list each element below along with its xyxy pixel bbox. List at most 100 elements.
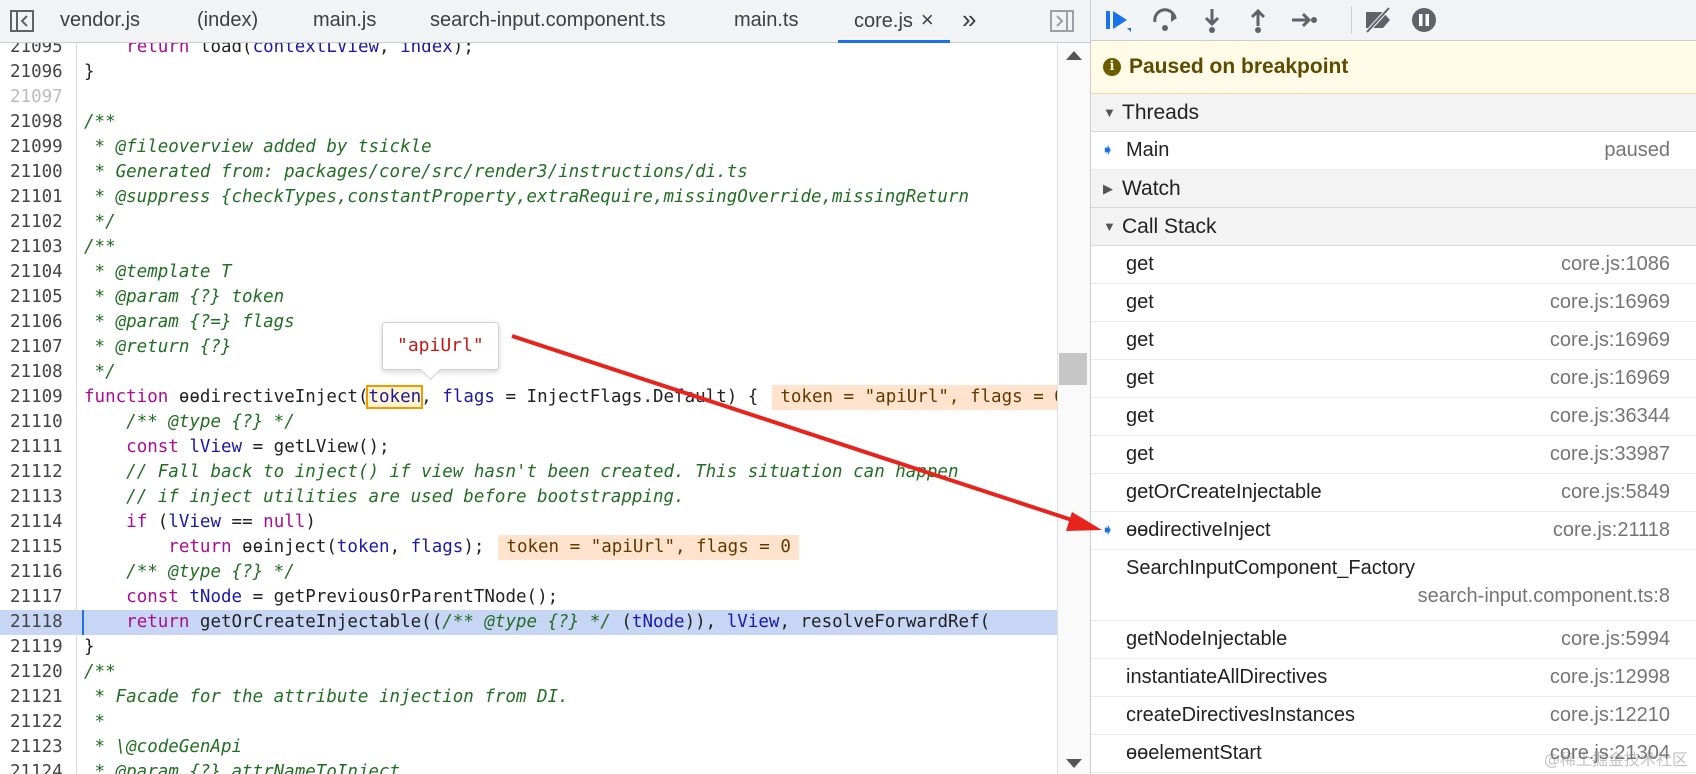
call-frame[interactable]: get core.js:1086 — [1091, 246, 1696, 284]
call-frame[interactable]: createDirectivesInstances core.js:12210 — [1091, 697, 1696, 735]
line-number[interactable]: 21121 — [10, 685, 70, 710]
line-number[interactable]: 21120 — [10, 660, 70, 685]
call-frame[interactable]: getNodeInjectable core.js:5994 — [1091, 621, 1696, 659]
code-line[interactable]: 21096} — [0, 60, 1057, 85]
code-line[interactable]: 21117 const tNode = getPreviousOrParentT… — [0, 585, 1057, 610]
line-number[interactable]: 21106 — [10, 310, 70, 335]
line-number[interactable]: 21108 — [10, 360, 70, 385]
tab-core-js[interactable]: core.js × — [838, 0, 950, 43]
watch-section-header[interactable]: ▶ Watch — [1091, 170, 1696, 208]
frame-location[interactable]: core.js:12210 — [1550, 697, 1670, 734]
frame-location[interactable]: core.js:16969 — [1550, 360, 1670, 397]
code-line[interactable]: 21114 if (lView == null) — [0, 510, 1057, 535]
code-line[interactable]: 21101 * @suppress {checkTypes,constantPr… — [0, 185, 1057, 210]
tab-index[interactable]: (index) — [197, 0, 258, 42]
scrollbar-thumb[interactable] — [1059, 353, 1087, 385]
step-into-icon[interactable] — [1197, 6, 1227, 34]
frame-location[interactable]: core.js:5849 — [1561, 474, 1670, 511]
code-line[interactable]: 21115 return ɵɵinject(token, flags); toke… — [0, 535, 1057, 560]
code-line[interactable]: 21109 function ɵɵdirectiveInject(token, f… — [0, 385, 1057, 410]
tab-vendor-js[interactable]: vendor.js — [60, 0, 140, 42]
code-line[interactable]: 21108 */ — [0, 360, 1057, 385]
code-line[interactable]: 21102 */ — [0, 210, 1057, 235]
line-number[interactable]: 21114 — [10, 510, 70, 535]
more-tabs-icon[interactable]: » — [962, 0, 976, 38]
line-number[interactable]: 21118 — [10, 610, 70, 635]
line-number[interactable]: 21102 — [10, 210, 70, 235]
tab-main-js[interactable]: main.js — [313, 0, 376, 42]
line-number[interactable]: 21117 — [10, 585, 70, 610]
line-number[interactable]: 21097 — [10, 85, 70, 110]
frame-location[interactable]: core.js:5994 — [1561, 621, 1670, 658]
code-line[interactable]: 21105 * @param {?} token — [0, 285, 1057, 310]
code-line[interactable]: 21123 * \@codeGenApi — [0, 735, 1057, 760]
line-number[interactable]: 21098 — [10, 110, 70, 135]
line-number[interactable]: 21100 — [10, 160, 70, 185]
code-line[interactable]: 21100 * Generated from: packages/core/sr… — [0, 160, 1057, 185]
code-line[interactable]: 21112 // Fall back to inject() if view h… — [0, 460, 1057, 485]
scroll-up-icon[interactable] — [1066, 51, 1082, 60]
line-number[interactable]: 21095 — [10, 43, 70, 60]
frame-location[interactable]: core.js:16969 — [1550, 284, 1670, 321]
frame-location[interactable]: core.js:21118 — [1553, 512, 1670, 549]
frame-location[interactable]: core.js:36344 — [1550, 398, 1670, 435]
vertical-scrollbar[interactable] — [1057, 43, 1091, 774]
code-area[interactable]: 21095 return load(contextLView, index); 2… — [0, 43, 1057, 774]
frame-location[interactable]: core.js:33987 — [1550, 436, 1670, 473]
code-line[interactable]: 21121 * Facade for the attribute injecti… — [0, 685, 1057, 710]
code-line[interactable]: 21124 * @param {?} attrNameToInject — [0, 760, 1057, 774]
line-number[interactable]: 21109 — [10, 385, 70, 410]
call-frame[interactable]: getOrCreateInjectable core.js:5849 — [1091, 474, 1696, 512]
call-frame[interactable]: get core.js:16969 — [1091, 360, 1696, 398]
close-tab-icon[interactable]: × — [921, 7, 934, 32]
line-number[interactable]: 21107 — [10, 335, 70, 360]
line-number[interactable]: 21103 — [10, 235, 70, 260]
call-frame[interactable]: get core.js:33987 — [1091, 436, 1696, 474]
line-number[interactable]: 21111 — [10, 435, 70, 460]
code-line[interactable]: 21103 /** — [0, 235, 1057, 260]
frame-location[interactable]: search-input.component.ts:8 — [1418, 578, 1670, 615]
code-line[interactable]: 21122 * — [0, 710, 1057, 735]
code-line[interactable]: 21098 /** — [0, 110, 1057, 135]
line-number[interactable]: 21112 — [10, 460, 70, 485]
callstack-section-header[interactable]: ▼ Call Stack — [1091, 208, 1696, 246]
line-number[interactable]: 21104 — [10, 260, 70, 285]
frame-location[interactable]: core.js:12998 — [1550, 659, 1670, 696]
code-line[interactable]: 21095 return load(contextLView, index); — [0, 43, 1057, 60]
line-number[interactable]: 21119 — [10, 635, 70, 660]
line-number[interactable]: 21122 — [10, 710, 70, 735]
code-line[interactable]: 21107 * @return {?} — [0, 335, 1057, 360]
code-line[interactable]: 21104 * @template T — [0, 260, 1057, 285]
line-number[interactable]: 21115 — [10, 535, 70, 560]
call-frame[interactable]: get core.js:16969 — [1091, 322, 1696, 360]
line-number[interactable]: 21110 — [10, 410, 70, 435]
tab-search-input-component-ts[interactable]: search-input.component.ts — [430, 0, 666, 42]
code-line[interactable]: 21110 /** @type {?} */ — [0, 410, 1057, 435]
step-out-icon[interactable] — [1243, 6, 1273, 34]
code-line[interactable]: 21113 // if inject utilities are used be… — [0, 485, 1057, 510]
code-line[interactable]: 21106 * @param {?=} flags — [0, 310, 1057, 335]
call-frame[interactable]: instantiateAllDirectives core.js:12998 — [1091, 659, 1696, 697]
code-line[interactable]: 21099 * @fileoverview added by tsickle — [0, 135, 1057, 160]
line-number[interactable]: 21096 — [10, 60, 70, 85]
line-number[interactable]: 21099 — [10, 135, 70, 160]
tab-main-ts[interactable]: main.ts — [734, 0, 798, 42]
step-over-icon[interactable] — [1151, 6, 1181, 34]
deactivate-breakpoints-icon[interactable] — [1363, 6, 1393, 34]
execution-line[interactable]: 21118 return getOrCreateInjectable((/** … — [0, 610, 1057, 635]
threads-section-header[interactable]: ▼ Threads — [1091, 94, 1696, 132]
code-line[interactable]: 21097 — [0, 85, 1057, 110]
thread-row-main[interactable]: ➧ Main paused — [1091, 132, 1696, 170]
call-frame[interactable]: SearchInputComponent_Factory search-input… — [1091, 550, 1696, 621]
line-number[interactable]: 21123 — [10, 735, 70, 760]
code-line[interactable]: 21119} — [0, 635, 1057, 660]
code-line[interactable]: 21111 const lView = getLView(); — [0, 435, 1057, 460]
resume-icon[interactable] — [1103, 6, 1133, 34]
line-number[interactable]: 21124 — [10, 760, 70, 774]
code-line[interactable]: 21116 /** @type {?} */ — [0, 560, 1057, 585]
call-frame[interactable]: ➧ ɵɵdirectiveInject core.js:21118 — [1091, 512, 1696, 550]
frame-location[interactable]: core.js:16969 — [1550, 322, 1670, 359]
step-icon[interactable] — [1289, 6, 1319, 34]
toggle-debugger-icon[interactable] — [1048, 7, 1076, 35]
call-frame[interactable]: get core.js:36344 — [1091, 398, 1696, 436]
